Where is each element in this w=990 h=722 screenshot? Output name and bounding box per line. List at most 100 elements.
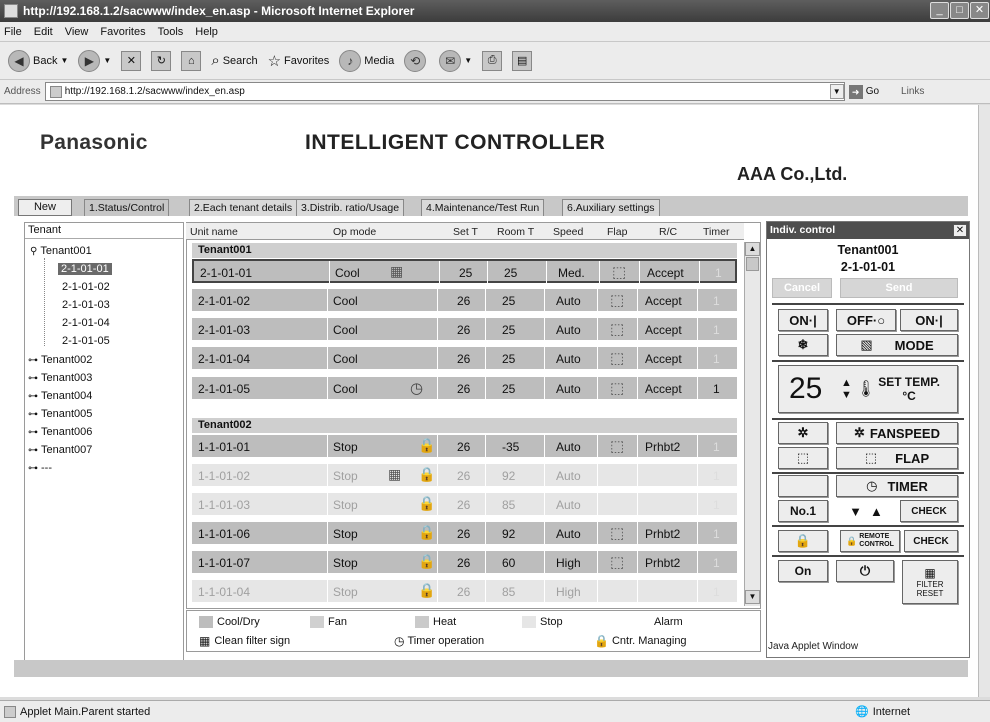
flap-button[interactable]: ⬚ FLAP (836, 447, 958, 469)
edit-button[interactable]: ▤ (512, 50, 533, 71)
temp-down-button[interactable]: ▼ (841, 389, 852, 401)
tree-node-empty[interactable]: ⊶ --- (28, 462, 52, 474)
table-row[interactable]: 1-1-01-04 Stop 26 85 High 1 🔒 (192, 580, 737, 604)
stop-swatch (522, 616, 536, 628)
col-timer[interactable]: Timer (703, 226, 729, 238)
stop-button[interactable]: ✕ (121, 50, 142, 71)
tab-maintenance[interactable]: 4.Maintenance/Test Run (421, 199, 545, 216)
tree-node-tenant004[interactable]: ⊶ Tenant004 (28, 390, 92, 402)
col-speed[interactable]: Speed (553, 226, 583, 238)
tree-header: Tenant (25, 223, 183, 239)
address-input[interactable]: http://192.168.1.2/sacwww/index_en.asp ▼ (44, 82, 845, 101)
table-row[interactable]: 2-1-01-01 Cool 25 25 Med. Accept 1 ▦ ⬚ (192, 259, 737, 285)
print-icon: ⎙ (482, 50, 503, 71)
on-button[interactable]: ON·| (900, 309, 958, 331)
tree-node-unit[interactable]: 2-1-01-02 (62, 281, 110, 293)
mode-button[interactable]: ▧ MODE (836, 334, 958, 356)
tree-node-tenant007[interactable]: ⊶ Tenant007 (28, 444, 92, 456)
print-button[interactable]: ⎙ (482, 50, 503, 71)
power-button[interactable]: ⏻ (836, 560, 894, 582)
scroll-thumb[interactable] (746, 257, 759, 271)
search-button[interactable]: ⌕ Search (211, 52, 257, 69)
table-row[interactable]: 1-1-01-07 Stop 26 60 High Prhbt2 1 🔒 ⬚ (192, 551, 737, 575)
links-button[interactable]: Links (901, 86, 924, 97)
table-row[interactable]: 2-1-01-02 Cool 26 25 Auto Accept 1 ⬚ (192, 289, 737, 313)
timer-cell: 1 (713, 585, 720, 599)
legend-timer: ◷ Timer operation (394, 634, 485, 648)
forward-button[interactable]: ▶ ▼ (78, 49, 111, 72)
history-button[interactable]: ⟲ (404, 49, 429, 72)
tree-node-unit[interactable]: 2-1-01-01 (58, 263, 112, 275)
search-icon: ⌕ (211, 52, 220, 69)
op-mode-cell: Stop (333, 498, 358, 512)
tab-tenant-details[interactable]: 2.Each tenant details (189, 199, 298, 216)
temp-up-button[interactable]: ▲ (841, 377, 852, 389)
tree-node-tenant005[interactable]: ⊶ Tenant005 (28, 408, 92, 420)
minimize-button[interactable]: _ (930, 2, 949, 19)
favorites-button[interactable]: ☆ Favorites (268, 52, 330, 70)
tree-node-unit[interactable]: 2-1-01-03 (62, 299, 110, 311)
remote-check-button[interactable]: CHECK (904, 530, 958, 552)
remote-control-button[interactable]: 🔒 REMOTE CONTROL (840, 530, 900, 552)
scroll-down-icon[interactable]: ▼ (745, 590, 760, 604)
menu-edit[interactable]: Edit (34, 26, 53, 38)
table-row[interactable]: 1-1-01-01 Stop 26 -35 Auto Prhbt2 1 🔒 ⬚ (192, 435, 737, 459)
tab-auxiliary[interactable]: 6.Auxiliary settings (562, 199, 660, 216)
table-row[interactable]: 2-1-01-03 Cool 26 25 Auto Accept 1 ⬚ (192, 318, 737, 342)
new-button[interactable]: New (18, 199, 72, 216)
timer-check-button[interactable]: CHECK (900, 500, 958, 522)
table-row[interactable]: 2-1-01-04 Cool 26 25 Auto Accept 1 ⬚ (192, 347, 737, 371)
legend-managing: 🔒 Cntr. Managing (594, 634, 687, 648)
menu-favorites[interactable]: Favorites (100, 26, 145, 38)
table-row[interactable]: 1-1-01-02 Stop 26 92 Auto 1 ▦ 🔒 (192, 464, 737, 488)
col-flap[interactable]: Flap (607, 226, 627, 238)
rc-cell: Accept (647, 266, 684, 280)
mail-button[interactable]: ✉ ▼ (439, 49, 472, 72)
col-op-mode[interactable]: Op mode (333, 226, 376, 238)
go-button[interactable]: ➜ Go (848, 84, 879, 99)
col-rc[interactable]: R/C (659, 226, 677, 238)
page-scrollbar[interactable] (978, 105, 990, 697)
col-unit-name[interactable]: Unit name (190, 226, 238, 238)
mode-icon: ▧ (860, 337, 873, 352)
tree-node-tenant003[interactable]: ⊶ Tenant003 (28, 372, 92, 384)
col-set-t[interactable]: Set T (453, 226, 478, 238)
cancel-button[interactable]: Cancel (772, 278, 832, 298)
col-room-t[interactable]: Room T (497, 226, 534, 238)
timer-down-button[interactable]: ▼ (849, 504, 862, 519)
tree-node-tenant006[interactable]: ⊶ Tenant006 (28, 426, 92, 438)
tree-node-unit[interactable]: 2-1-01-05 (62, 335, 110, 347)
panel-tenant: Tenant001 (837, 243, 899, 257)
menu-tools[interactable]: Tools (158, 26, 184, 38)
timer-up-button[interactable]: ▲ (870, 504, 883, 519)
scroll-up-icon[interactable]: ▲ (745, 242, 760, 256)
speed-cell: High (556, 585, 581, 599)
send-button[interactable]: Send (840, 278, 958, 298)
menu-help[interactable]: Help (195, 26, 218, 38)
table-row[interactable]: 2-1-01-05 Cool 26 25 Auto Accept 1 ◷ ⬚ (192, 377, 737, 401)
tab-status-control[interactable]: 1.Status/Control (84, 199, 170, 216)
close-window-button[interactable]: ✕ (970, 2, 989, 19)
address-dropdown-icon[interactable]: ▼ (829, 84, 844, 99)
tab-distrib-ratio[interactable]: 3.Distrib. ratio/Usage (296, 199, 405, 216)
table-scrollbar[interactable]: ▲ ▼ (744, 242, 760, 606)
tree-node-tenant002[interactable]: ⊶ Tenant002 (28, 354, 92, 366)
timer-button[interactable]: ◷ TIMER (836, 475, 958, 497)
menu-view[interactable]: View (65, 26, 89, 38)
off-button[interactable]: OFF·○ (836, 309, 896, 331)
tree-node-unit[interactable]: 2-1-01-04 (62, 317, 110, 329)
group-header-tenant002: Tenant002 (192, 418, 737, 433)
fanspeed-button[interactable]: ✲ FANSPEED (836, 422, 958, 444)
panel-close-icon[interactable]: ✕ (953, 224, 967, 237)
table-row[interactable]: 1-1-01-06 Stop 26 92 Auto Prhbt2 1 🔒 ⬚ (192, 522, 737, 546)
back-button[interactable]: ◀ Back ▼ (8, 49, 68, 72)
tree-node-tenant001[interactable]: ⚲ Tenant001 (30, 245, 92, 257)
home-button[interactable]: ⌂ (181, 50, 202, 71)
refresh-button[interactable]: ↻ (151, 50, 172, 71)
maximize-button[interactable]: □ (950, 2, 969, 19)
filter-reset-button[interactable]: ▦ FILTER RESET (902, 560, 958, 604)
filter-grid-icon: ▦ (924, 566, 936, 580)
menu-file[interactable]: File (4, 26, 22, 38)
media-button[interactable]: ♪ Media (339, 49, 394, 72)
table-row[interactable]: 1-1-01-03 Stop 26 85 Auto 1 🔒 (192, 493, 737, 517)
